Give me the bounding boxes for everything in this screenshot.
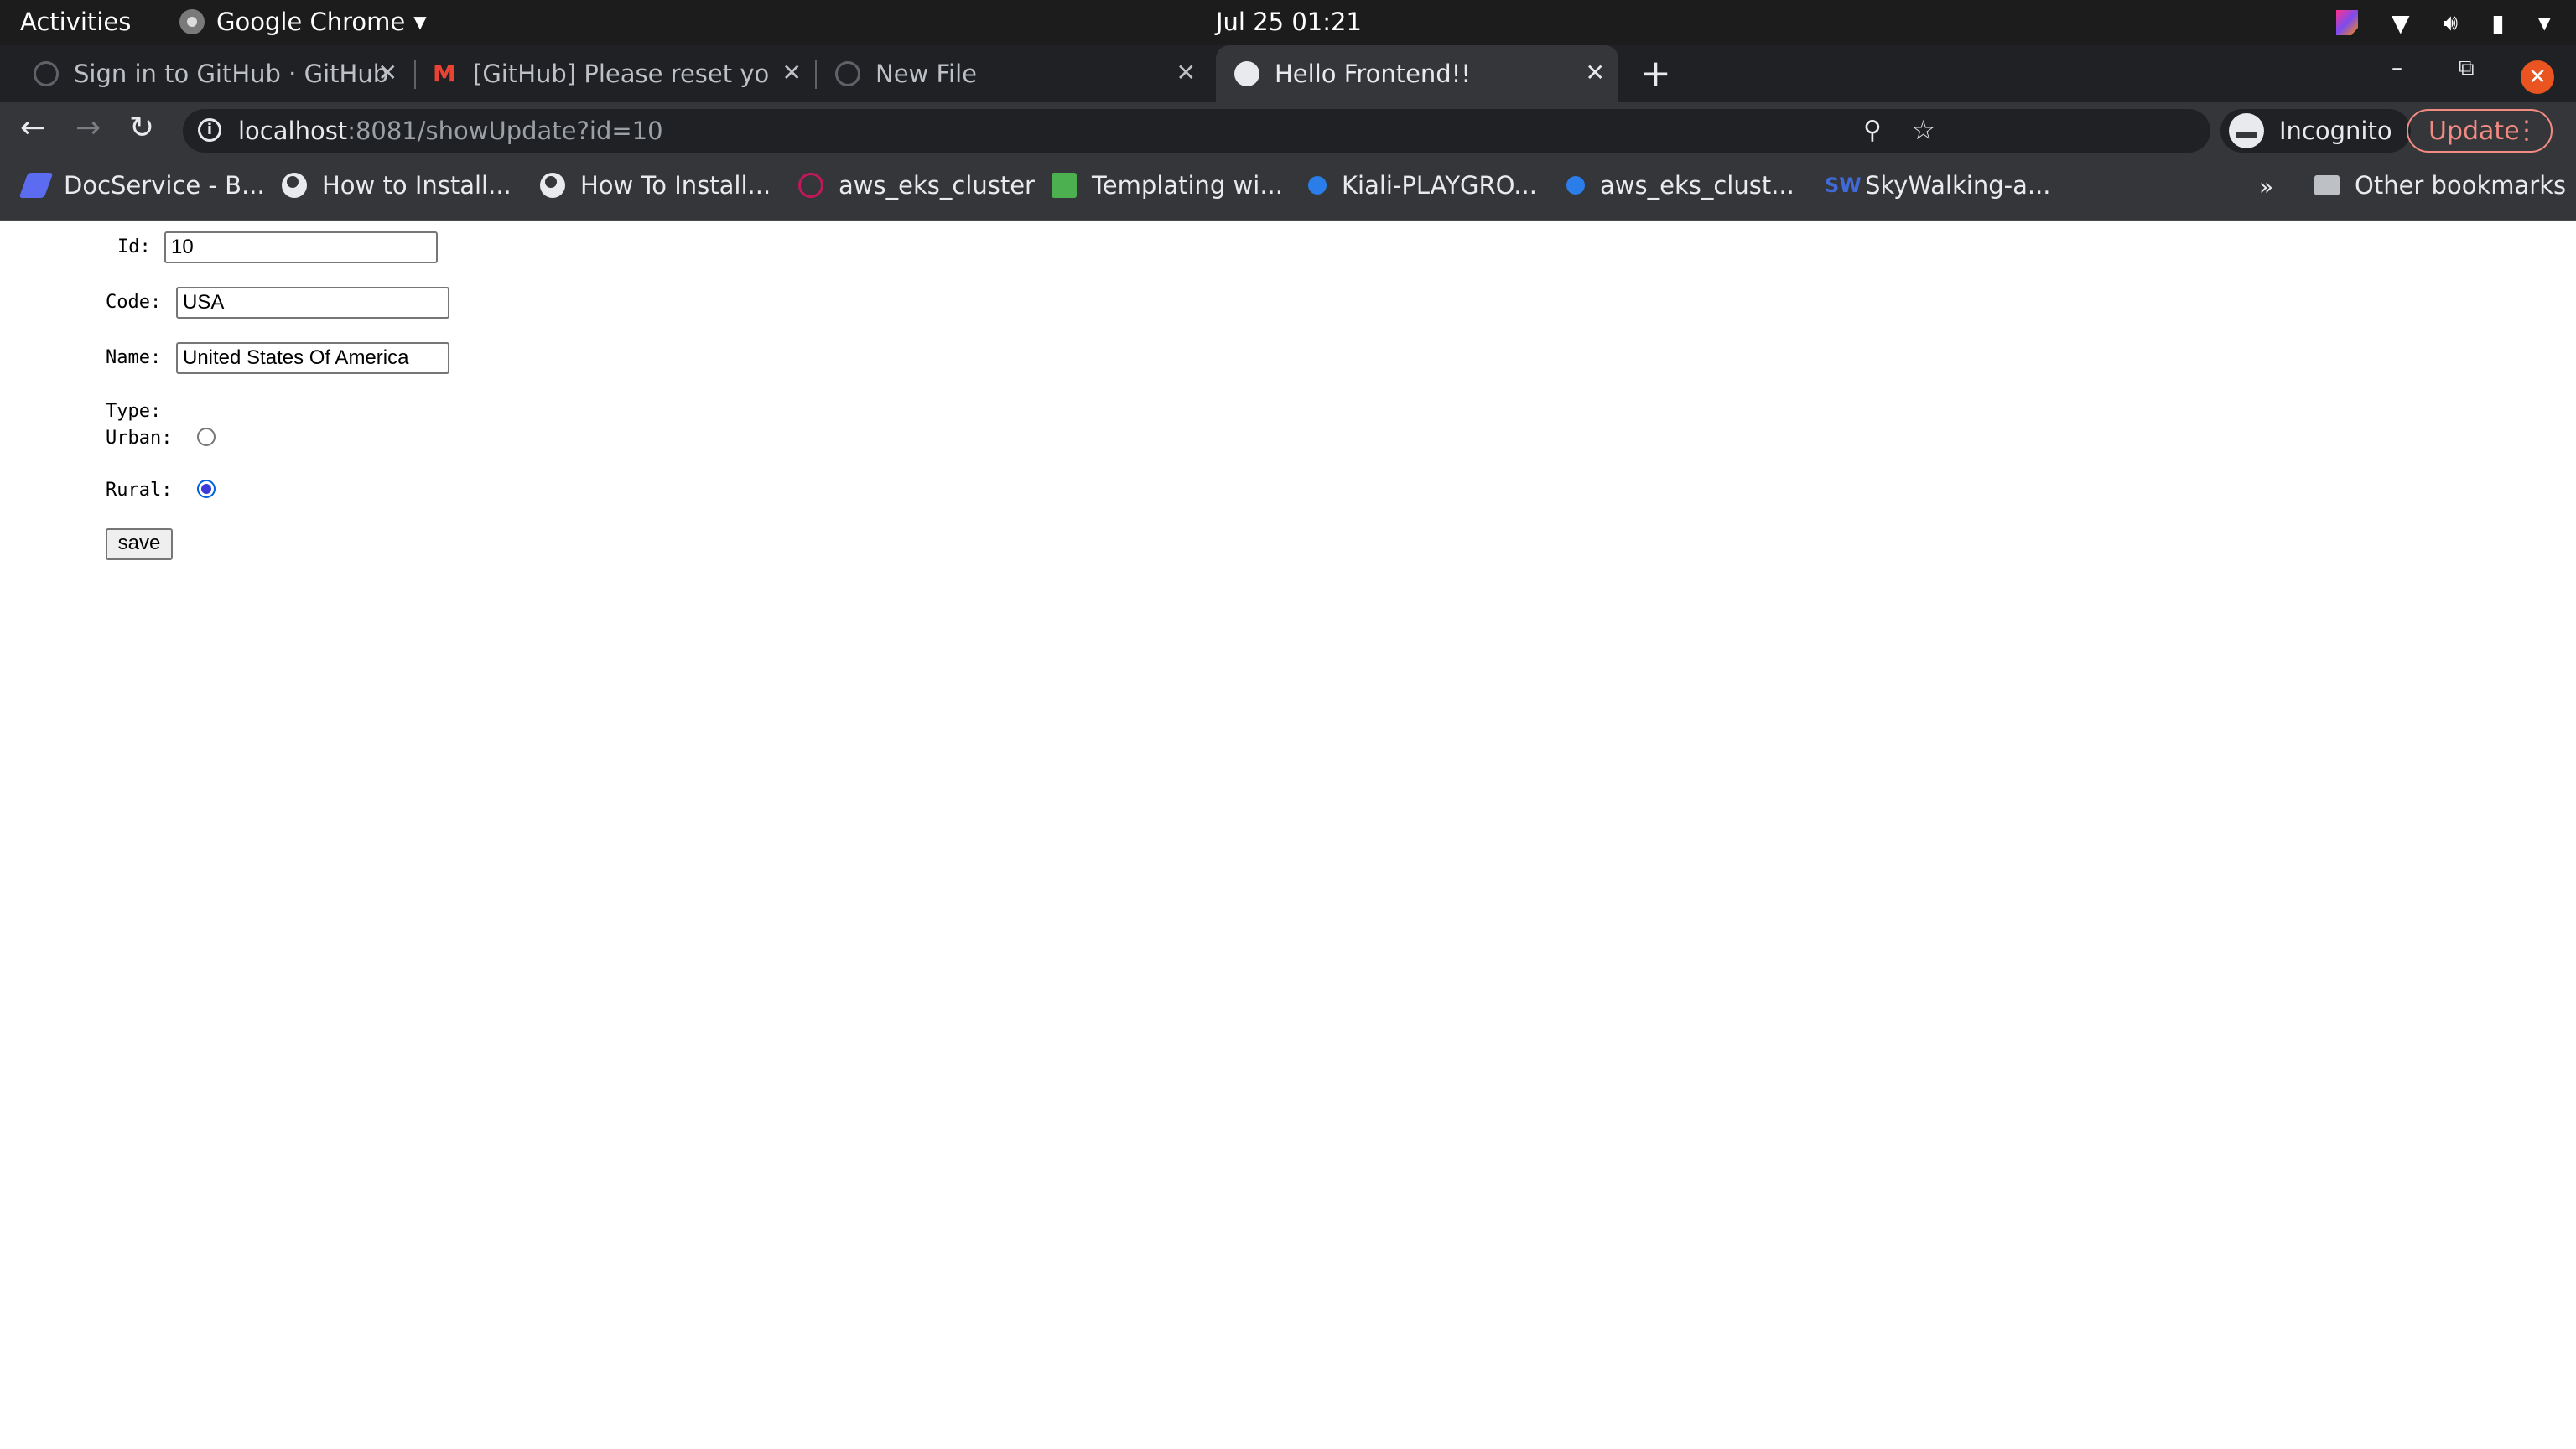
volume-icon: 🔊︎ <box>2443 8 2459 36</box>
id-field[interactable] <box>164 231 438 263</box>
other-bookmarks-folder[interactable]: Other bookmarks <box>2314 171 2566 200</box>
close-tab-icon[interactable]: ✕ <box>782 59 802 86</box>
browser-toolbar: ← → ↻ i localhost:8081/showUpdate?id=10 … <box>0 102 2576 158</box>
forward-button[interactable]: → <box>75 111 101 145</box>
tab-title: Sign in to GitHub · GitHub <box>74 60 389 88</box>
folder-icon <box>2314 175 2340 195</box>
tab-separator <box>414 60 416 89</box>
close-tab-icon[interactable]: ✕ <box>378 59 397 86</box>
tab-github-signin[interactable]: Sign in to GitHub · GitHub ✕ <box>0 45 411 102</box>
bookmark-label: aws_eks_cluster <box>839 171 1035 200</box>
battery-icon: ▮ <box>2491 8 2505 37</box>
gmail-icon: M <box>433 60 456 87</box>
site-info-icon[interactable]: i <box>198 118 221 142</box>
github-icon <box>34 61 59 86</box>
github-icon <box>835 61 860 86</box>
app-menu[interactable]: Google Chrome ▼ <box>179 8 427 36</box>
chevron-down-icon: ▼ <box>413 12 427 32</box>
code-label: Code: <box>106 292 162 313</box>
page-content: Id: Code: Name: Type: Urban: Rural: save <box>0 221 2576 1449</box>
back-button[interactable]: ← <box>20 111 45 145</box>
kiali-icon <box>1566 176 1585 195</box>
urban-label: Urban: <box>106 428 173 449</box>
type-label: Type: <box>106 401 162 422</box>
clock[interactable]: Jul 25 01:21 <box>1216 8 1362 36</box>
bookmark-how-to-install-1[interactable]: How to Install... <box>282 171 512 200</box>
incognito-profile-button[interactable]: Incognito <box>2220 109 2411 153</box>
system-top-bar: Activities Google Chrome ▼ Jul 25 01:21 … <box>0 0 2576 45</box>
close-window-button[interactable]: ✕ <box>2521 60 2554 94</box>
bookmark-aws-eks-clust[interactable]: aws_eks_clust... <box>1566 171 1794 200</box>
terraform-icon <box>798 173 823 198</box>
search-icon[interactable]: ⚲ <box>1863 116 1882 145</box>
bookmark-label: Templating wi... <box>1092 171 1283 200</box>
menu-dots-icon: ⋮ <box>2514 116 2539 145</box>
bookmark-docservice[interactable]: DocService - B... <box>18 171 265 200</box>
more-bookmarks-chevron-icon[interactable]: » <box>2259 173 2273 200</box>
tab-title: New File <box>875 60 977 88</box>
id-label: Id: <box>117 236 151 257</box>
rural-radio[interactable] <box>197 480 216 498</box>
system-menu-chevron-icon[interactable]: ▼ <box>2538 13 2551 33</box>
bookmark-label: DocService - B... <box>64 171 265 200</box>
bookmark-kiali-playground[interactable]: Kiali-PLAYGRO... <box>1308 171 1537 200</box>
other-bookmarks-label: Other bookmarks <box>2355 171 2567 200</box>
bookmark-label: SkyWalking-a... <box>1865 171 2051 200</box>
bookmark-star-icon[interactable]: ☆ <box>1911 114 1935 146</box>
name-field[interactable] <box>176 342 449 374</box>
rural-label: Rural: <box>106 480 173 501</box>
globe-icon <box>1234 61 1259 86</box>
bookmark-label: How To Install... <box>580 171 771 200</box>
globe-icon <box>540 173 565 198</box>
name-label: Name: <box>106 347 162 368</box>
code-field[interactable] <box>176 287 449 319</box>
bookmark-templating[interactable]: Templating wi... <box>1052 171 1283 200</box>
address-bar[interactable]: i localhost:8081/showUpdate?id=10 ⚲ ☆ <box>183 109 2210 153</box>
new-tab-button[interactable]: + <box>1640 52 1671 95</box>
incognito-label: Incognito <box>2279 117 2392 145</box>
bookmark-label: aws_eks_clust... <box>1600 171 1794 200</box>
close-tab-icon[interactable]: ✕ <box>1176 59 1196 86</box>
tab-strip: Sign in to GitHub · GitHub ✕ M [GitHub] … <box>0 45 2576 102</box>
system-tray[interactable]: ▼ 🔊︎ ▮ ▼ <box>2336 8 2551 37</box>
incognito-icon <box>2229 113 2264 148</box>
tab-title: Hello Frontend!! <box>1275 60 1471 88</box>
bookmark-aws-eks-cluster[interactable]: aws_eks_cluster <box>798 171 1035 200</box>
bookmarks-bar: DocService - B... How to Install... How … <box>0 158 2576 221</box>
update-chrome-button[interactable]: Update ⋮ <box>2407 109 2553 153</box>
url-text[interactable]: localhost:8081/showUpdate?id=10 <box>238 117 663 145</box>
skywalking-icon: SW <box>1825 174 1862 197</box>
app-name: Google Chrome <box>216 8 406 36</box>
docservice-icon <box>18 173 54 198</box>
bookmark-skywalking[interactable]: SW SkyWalking-a... <box>1825 171 2051 200</box>
globe-icon <box>282 173 307 198</box>
wifi-icon: ▼ <box>2392 8 2410 37</box>
tab-title: [GitHub] Please reset you <box>473 60 768 88</box>
update-label: Update <box>2428 116 2520 146</box>
bookmark-label: Kiali-PLAYGRO... <box>1342 171 1537 200</box>
tab-gmail[interactable]: M [GitHub] Please reset you ✕ <box>418 45 815 102</box>
tab-hello-frontend[interactable]: Hello Frontend!! ✕ <box>1216 45 1618 102</box>
tab-separator <box>815 60 817 89</box>
leaf-icon <box>1052 173 1077 198</box>
tab-new-file[interactable]: New File ✕ <box>818 45 1209 102</box>
chrome-icon <box>179 9 205 34</box>
urban-radio[interactable] <box>197 428 216 446</box>
close-tab-icon[interactable]: ✕ <box>1586 59 1605 86</box>
kiali-icon <box>1308 176 1327 195</box>
bookmark-label: How to Install... <box>322 171 512 200</box>
restore-window-button[interactable]: ⧉ <box>2459 55 2475 81</box>
jetbrains-toolbox-icon[interactable] <box>2336 10 2358 35</box>
minimize-window-button[interactable]: – <box>2392 55 2402 80</box>
activities-button[interactable]: Activities <box>20 8 131 36</box>
bookmark-how-to-install-2[interactable]: How To Install... <box>540 171 771 200</box>
save-button[interactable]: save <box>106 528 173 560</box>
reload-button[interactable]: ↻ <box>129 111 154 145</box>
